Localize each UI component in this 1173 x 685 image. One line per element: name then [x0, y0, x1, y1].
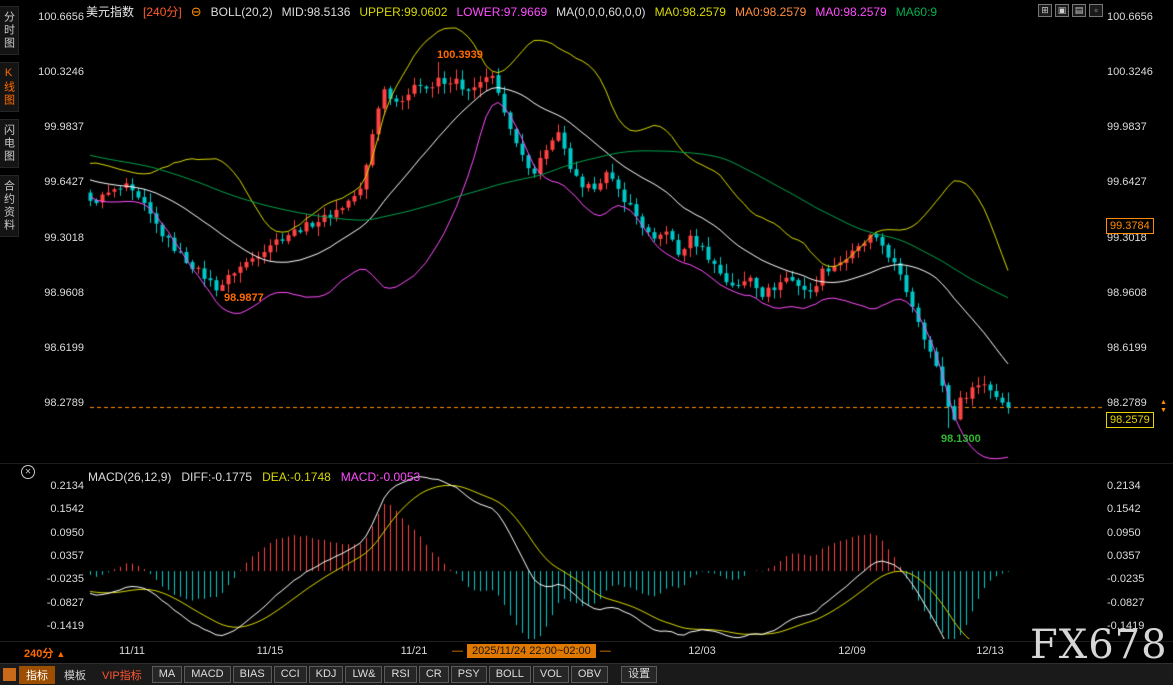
toolbar-tab-模板[interactable]: 模板: [57, 666, 93, 684]
indicator-button-CCI[interactable]: CCI: [274, 666, 307, 683]
ma-value-1: MA0:98.2579: [655, 5, 726, 19]
panel-divider: [0, 463, 1173, 464]
window-control-icon[interactable]: ▣: [1055, 4, 1069, 17]
dash-left-icon: —: [452, 645, 463, 657]
x-axis-date-label: 11/15: [257, 645, 284, 657]
price-tick-label: 98.9608: [1107, 287, 1171, 299]
price-tick-label: 98.9608: [0, 287, 84, 299]
price-tick-label: 99.9837: [0, 121, 84, 133]
settings-button[interactable]: 设置: [621, 666, 657, 683]
macd-indicator-header: MACD(26,12,9) DIFF:-0.1775 DEA:-0.1748 M…: [88, 470, 420, 484]
x-axis-date-label: 12/03: [688, 645, 716, 657]
price-tick-label: 98.6199: [0, 342, 84, 354]
indicator-button-OBV[interactable]: OBV: [571, 666, 608, 683]
macd-tick-label: -0.0235: [1107, 573, 1171, 585]
boll-lower-value: LOWER:97.9669: [456, 5, 547, 19]
macd-dea-value: DEA:-0.1748: [262, 470, 331, 484]
indicator-toggle-icon[interactable]: ✕: [21, 465, 35, 479]
axis-scroll-down-icon[interactable]: ▼: [1160, 407, 1167, 414]
boll-upper-value: UPPER:99.0602: [359, 5, 447, 19]
indicator-button-PSY[interactable]: PSY: [451, 666, 487, 683]
toolbar-tab-VIP指标[interactable]: VIP指标: [95, 666, 149, 684]
x-axis-date-label: 12/13: [976, 645, 1004, 657]
crosshair-time-badge: 2025/11/24 22:00~02:00: [467, 644, 596, 658]
macd-tick-label: -0.1419: [0, 620, 84, 632]
chart-header: 美元指数 [240分] ⊖ BOLL(20,2) MID:98.5136 UPP…: [86, 3, 937, 20]
last-price-badge: 98.2579: [1106, 412, 1154, 428]
macd-tick-label: 0.1542: [0, 503, 84, 515]
indicator-button-BIAS[interactable]: BIAS: [233, 666, 272, 683]
reference-price-badge: 99.3784: [1106, 218, 1154, 234]
collapse-icon[interactable]: ⊖: [191, 4, 202, 20]
price-tick-label: 98.2789: [0, 397, 84, 409]
price-tick-label: 99.3018: [0, 232, 84, 244]
macd-tick-label: 0.0950: [1107, 527, 1171, 539]
window-controls: ⊞▣▤▫: [1038, 4, 1103, 17]
indicator-button-BOLL[interactable]: BOLL: [489, 666, 531, 683]
macd-tick-label: -0.0827: [1107, 597, 1171, 609]
price-tick-label: 98.6199: [1107, 342, 1171, 354]
x-axis-row: 240分 ▲ 11/11 11/15 11/21 12/03 12/09 12/13 — …: [0, 644, 1173, 662]
price-tick-label: 99.6427: [1107, 176, 1171, 188]
window-control-icon[interactable]: ▤: [1072, 4, 1086, 17]
macd-tick-label: 0.2134: [0, 480, 84, 492]
indicator-button-RSI[interactable]: RSI: [384, 666, 416, 683]
indicator-buttons: MAMACDBIASCCIKDJLW&RSICRPSYBOLLVOLOBV: [152, 666, 608, 683]
price-tick-label: 100.6656: [0, 11, 84, 23]
low-price-annotation-1: 98.9877: [224, 292, 264, 304]
toolbar-tabs: 指标模板VIP指标: [19, 666, 149, 684]
period-text: 240分: [24, 648, 53, 660]
indicator-button-VOL[interactable]: VOL: [533, 666, 569, 683]
price-tick-label: 100.3246: [1107, 66, 1171, 78]
brand-watermark: FX678: [1030, 622, 1168, 668]
x-axis-date-label: 12/09: [838, 645, 866, 657]
x-axis-date-label: 11/21: [401, 645, 428, 657]
bottom-toolbar: 指标模板VIP指标 MAMACDBIASCCIKDJLW&RSICRPSYBOL…: [0, 663, 1173, 685]
period-up-icon: ▲: [56, 649, 65, 659]
macd-name: MACD(26,12,9): [88, 470, 171, 484]
macd-diff-value: DIFF:-0.1775: [181, 470, 252, 484]
chart-canvas[interactable]: [0, 0, 1173, 685]
indicator-button-MA[interactable]: MA: [152, 666, 183, 683]
macd-tick-label: 0.0357: [0, 550, 84, 562]
macd-tick-label: 0.2134: [1107, 480, 1171, 492]
boll-mid-value: MID:98.5136: [282, 5, 351, 19]
app-root: 美元指数 [240分] ⊖ BOLL(20,2) MID:98.5136 UPP…: [0, 0, 1173, 685]
macd-hist-value: MACD:-0.0053: [341, 470, 420, 484]
macd-tick-label: 0.1542: [1107, 503, 1171, 515]
window-control-icon[interactable]: ⊞: [1038, 4, 1052, 17]
price-tick-label: 100.6656: [1107, 11, 1171, 23]
indicator-button-KDJ[interactable]: KDJ: [309, 666, 344, 683]
crosshair-time-readout: — 2025/11/24 22:00~02:00 —: [452, 644, 611, 658]
dash-right-icon: —: [600, 645, 611, 657]
axis-scroll-up-icon[interactable]: ▲: [1160, 399, 1167, 406]
macd-tick-label: -0.0235: [0, 573, 84, 585]
indicator-button-LW&[interactable]: LW&: [345, 666, 382, 683]
ma60-value: MA60:9: [896, 5, 937, 19]
period-label[interactable]: [240分]: [143, 3, 182, 20]
axis-divider: [0, 641, 1173, 642]
period-selector-button[interactable]: 240分 ▲: [24, 645, 65, 661]
peak-price-annotation: 100.3939: [437, 49, 483, 61]
macd-tick-label: 0.0950: [0, 527, 84, 539]
indicator-button-CR[interactable]: CR: [419, 666, 449, 683]
price-tick-label: 100.3246: [0, 66, 84, 78]
ma-value-2: MA0:98.2579: [735, 5, 806, 19]
ma-value-3: MA0:98.2579: [815, 5, 886, 19]
low-price-annotation-2: 98.1300: [941, 433, 981, 445]
price-tick-label: 99.9837: [1107, 121, 1171, 133]
toolbar-tab-指标[interactable]: 指标: [19, 666, 55, 684]
symbol-name: 美元指数: [86, 3, 134, 20]
x-axis-date-label: 11/11: [119, 645, 145, 657]
macd-tick-label: -0.0827: [0, 597, 84, 609]
macd-tick-label: 0.0357: [1107, 550, 1171, 562]
price-tick-label: 99.6427: [0, 176, 84, 188]
toolbar-handle[interactable]: [3, 668, 16, 681]
indicator-button-MACD[interactable]: MACD: [184, 666, 230, 683]
ma-config-label: MA(0,0,0,60,0,0): [556, 5, 645, 19]
window-control-icon[interactable]: ▫: [1089, 4, 1103, 17]
boll-label: BOLL(20,2): [211, 5, 273, 19]
